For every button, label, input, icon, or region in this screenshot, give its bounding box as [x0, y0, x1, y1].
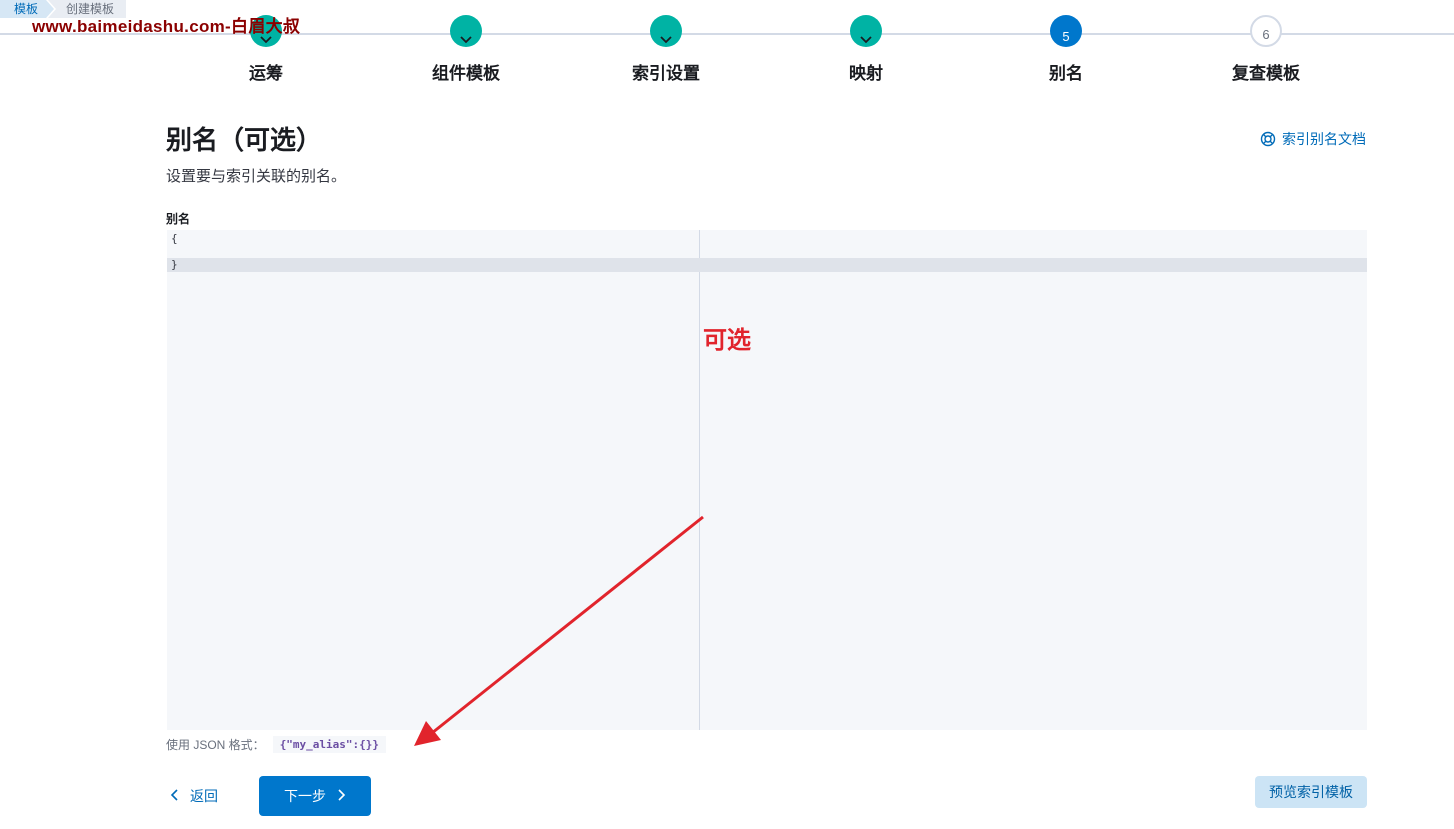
step-label: 映射 [849, 64, 883, 83]
json-example: {"my_alias":{}} [272, 736, 387, 753]
aliases-field-label: 别名 [166, 212, 191, 226]
help-icon [1260, 131, 1276, 147]
chevron-left-icon [170, 788, 180, 805]
step-label: 别名 [1049, 64, 1083, 83]
help-text: 使用 JSON 格式： [166, 738, 265, 752]
steps-wizard: 运筹 组件模板 索引设置 映射 5 别名 6 复查模板 [166, 0, 1366, 90]
aliases-docs-link[interactable]: 索引别名文档 [1260, 129, 1366, 149]
check-icon [450, 15, 482, 47]
chevron-right-icon [336, 788, 346, 805]
step-number: 6 [1250, 15, 1282, 47]
page-subtitle: 设置要与索引关联的别名。 [166, 168, 347, 185]
watermark: www.baimeidashu.com-白眉大叔 [32, 17, 301, 36]
code-line: { [171, 232, 178, 245]
back-label: 返回 [190, 788, 218, 804]
optional-annotation: 可选 [703, 327, 751, 354]
step-label: 组件模板 [432, 64, 500, 83]
step-number: 5 [1050, 15, 1082, 47]
check-icon [850, 15, 882, 47]
docs-link-label: 索引别名文档 [1282, 131, 1366, 147]
code-line: } [167, 258, 1367, 272]
preview-index-template-button[interactable]: 预览索引模板 [1255, 776, 1367, 808]
back-button[interactable]: 返回 [170, 780, 218, 812]
check-icon [650, 15, 682, 47]
editor-divider [699, 230, 700, 730]
next-button[interactable]: 下一步 [259, 776, 371, 816]
next-label: 下一步 [284, 788, 326, 804]
json-format-help: 使用 JSON 格式： {"my_alias":{}} [166, 736, 387, 753]
step-label: 运筹 [249, 64, 283, 83]
aliases-code-editor[interactable]: { } [167, 230, 1367, 730]
step-label: 复查模板 [1232, 64, 1300, 83]
step-label: 索引设置 [632, 64, 700, 83]
page-title: 别名（可选） [166, 125, 323, 155]
